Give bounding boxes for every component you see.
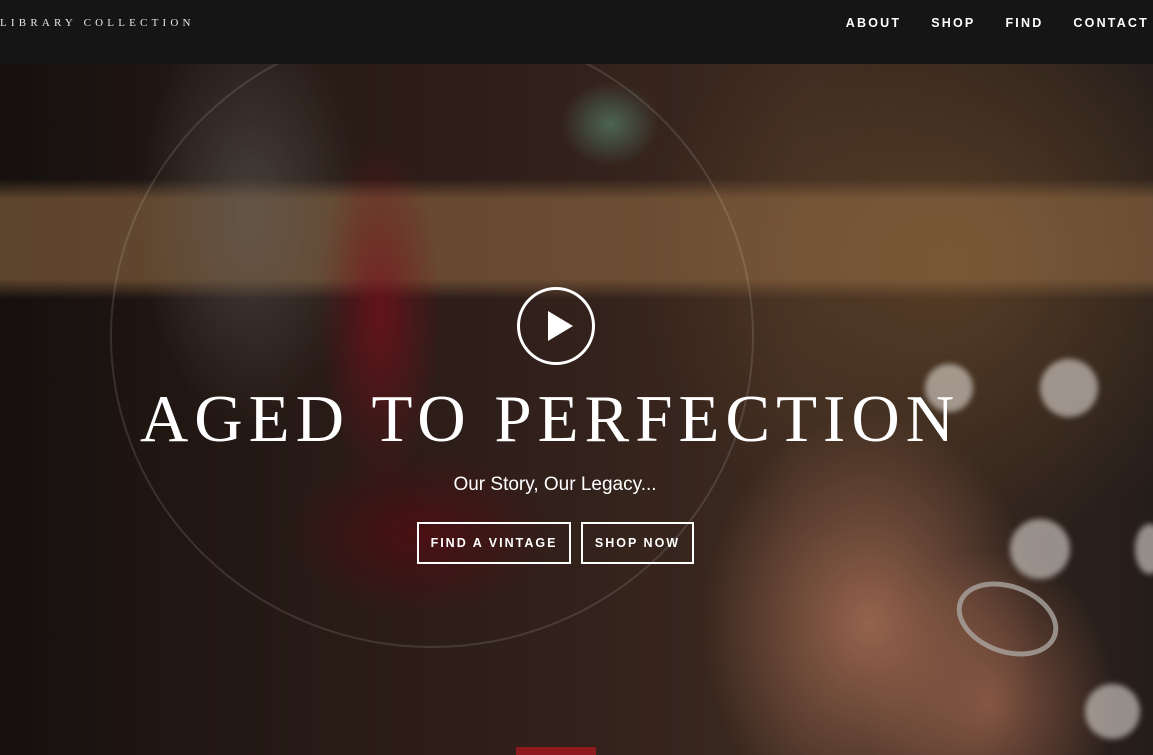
slide-indicator[interactable] xyxy=(516,747,596,755)
find-vintage-button[interactable]: FIND A VINTAGE xyxy=(417,522,571,564)
play-icon xyxy=(548,311,573,341)
nav-contact[interactable]: CONTACT xyxy=(1073,16,1149,30)
play-video-button[interactable] xyxy=(517,287,595,365)
hero-tagline: Our Story, Our Legacy... xyxy=(453,474,657,495)
hero-section: AGED TO PERFECTION Our Story, Our Legacy… xyxy=(0,64,1153,755)
nav-find[interactable]: FIND xyxy=(1005,16,1043,30)
bokeh-light xyxy=(1010,519,1070,579)
nav-about[interactable]: ABOUT xyxy=(846,16,901,30)
main-nav: ABOUT SHOP FIND CONTACT xyxy=(816,16,1149,30)
site-header: LIBRARY COLLECTION ABOUT SHOP FIND CONTA… xyxy=(0,0,1153,64)
site-logo[interactable]: LIBRARY COLLECTION xyxy=(0,17,195,29)
bokeh-light xyxy=(1085,684,1140,739)
shop-now-button[interactable]: SHOP NOW xyxy=(581,522,694,564)
hero-headline: AGED TO PERFECTION xyxy=(139,382,961,456)
nav-shop[interactable]: SHOP xyxy=(931,16,975,30)
